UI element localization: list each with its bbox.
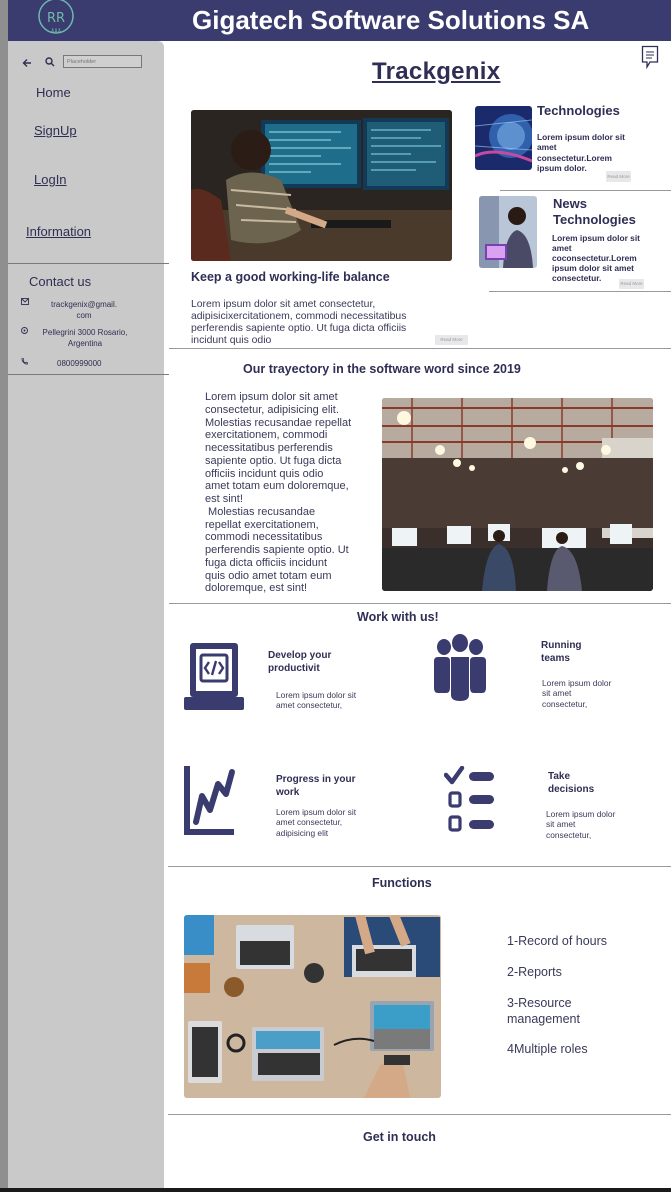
hero-photo — [191, 110, 452, 261]
nav-home[interactable]: Home — [36, 85, 71, 100]
nav-login[interactable]: LogIn — [34, 172, 67, 187]
work-1-body: Lorem ipsum dolor sit amet consectetur, — [276, 690, 357, 711]
divider — [168, 1114, 671, 1115]
office-photo — [382, 398, 653, 591]
svg-text:RR: RR — [47, 11, 65, 26]
news-1-body: Lorem ipsum dolor sit amet consectetur.L… — [537, 132, 625, 173]
function-4: 4Multiple roles — [507, 1042, 588, 1056]
contact-email[interactable]: trackgenix@gmail. com — [40, 299, 128, 321]
divider — [169, 603, 671, 604]
divider — [8, 374, 169, 375]
news-1-title: Technologies — [537, 103, 620, 118]
chat-icon[interactable] — [641, 45, 659, 69]
contact-title: Contact us — [29, 274, 92, 289]
laptop-code-icon — [184, 643, 244, 710]
phone-icon — [21, 358, 28, 365]
window-bottom-edge — [0, 1188, 671, 1192]
window-edge — [0, 0, 8, 1192]
checklist-icon — [444, 766, 494, 832]
site-title: Gigatech Software Solutions SA — [192, 5, 590, 35]
growth-chart-icon — [184, 766, 235, 835]
search-input[interactable] — [63, 55, 142, 68]
news-2-title: News Technologies — [553, 196, 636, 227]
page-title: Trackgenix — [372, 58, 501, 85]
divider — [169, 348, 671, 349]
contact-phone[interactable]: 0800999000 — [57, 359, 102, 368]
work-2-title: Running teams — [541, 640, 582, 664]
divider — [489, 291, 671, 292]
sidebar: Home SignUp LogIn Information Contact us… — [8, 41, 169, 1192]
work-3-title: Progress in your work — [276, 774, 356, 798]
nav-information[interactable]: Information — [26, 224, 91, 239]
svg-text:ÅÅÅ: ÅÅÅ — [51, 28, 62, 35]
work-3-body: Lorem ipsum dolor sit amet consectetur, … — [276, 807, 357, 838]
news-technology-photo — [479, 196, 537, 268]
work-2-body: Lorem ipsum dolor sit amet consectetur, — [542, 678, 612, 709]
location-icon — [21, 327, 28, 334]
technology-photo — [475, 106, 532, 170]
logo-icon: RR ÅÅÅ — [38, 0, 74, 35]
news-2-body: Lorem ipsum dolor sit amet coconsectetur… — [552, 233, 640, 283]
hero-body: Lorem ipsum dolor sit amet consectetur, … — [191, 299, 407, 346]
news-1-read-more-button[interactable]: Read More — [606, 171, 631, 182]
nav-signup[interactable]: SignUp — [34, 123, 77, 138]
hero-heading: Keep a good working-life balance — [191, 270, 390, 284]
search-icon[interactable] — [45, 57, 55, 67]
back-arrow-icon[interactable] — [22, 58, 32, 68]
desk-laptops-photo — [184, 915, 441, 1098]
hero-read-more-button[interactable]: Read More — [435, 335, 468, 345]
work-1-title: Develop your productivit — [268, 650, 332, 674]
team-icon — [434, 634, 486, 701]
work-heading: Work with us! — [357, 610, 439, 624]
function-3: 3-Resource management — [507, 996, 580, 1026]
function-1: 1-Record of hours — [507, 934, 608, 948]
divider — [8, 263, 169, 264]
function-2: 2-Reports — [507, 965, 562, 979]
work-4-body: Lorem ipsum dolor sit amet consectetur, — [546, 809, 616, 840]
contact-heading: Get in touch — [363, 1130, 436, 1144]
divider — [168, 866, 671, 867]
header: RR ÅÅÅ Gigatech Software Solutions SA — [8, 0, 671, 41]
functions-heading: Functions — [372, 876, 432, 890]
news-2-read-more-button[interactable]: Read More — [619, 279, 644, 289]
divider — [500, 190, 671, 191]
page: RR ÅÅÅ Gigatech Software Solutions SA Ho… — [0, 0, 671, 1192]
work-4-title: Take decisions — [548, 771, 595, 795]
contact-address: Pellegrini 3000 Rosario, Argentina — [42, 328, 128, 348]
trajectory-body: Lorem ipsum dolor sit amet consectetur, … — [205, 391, 352, 595]
mail-icon — [21, 298, 29, 305]
trajectory-heading: Our trayectory in the software word sinc… — [243, 362, 521, 376]
